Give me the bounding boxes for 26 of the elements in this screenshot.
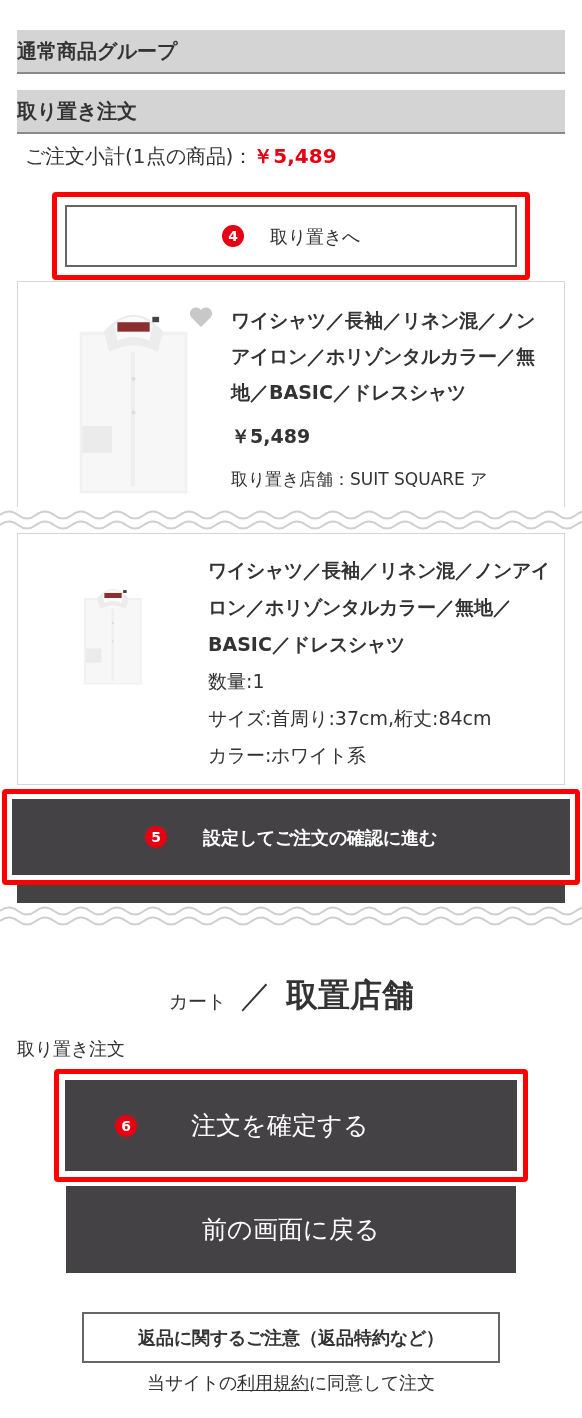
pickup-store: 取り置き店舗：SUIT SQUARE ア (231, 467, 489, 491)
page-title: 取置店舗 (285, 975, 414, 1016)
step-badge: 5 (145, 826, 167, 848)
confirm-button[interactable]: 6 注文を確定する (65, 1080, 517, 1171)
product-title: ワイシャツ／長袖／リネン混／ノンアイロン／ホリゾンタルカラー／無地／BASIC／ドレスシャツ (208, 558, 551, 657)
breadcrumb-separator: ／ (239, 975, 272, 1016)
back-button[interactable]: 前の画面に戻る (66, 1186, 516, 1273)
size-text: サイズ:首周り:37cm,桁丈:84cm (208, 706, 493, 731)
subtotal-label: ご注文小計(1点の商品)： (25, 143, 254, 170)
subtotal-amount: ￥5,489 (253, 143, 337, 170)
section-header: 取り置き注文 (17, 90, 565, 134)
returns-notice-button[interactable]: 返品に関するご注意（返品特約など） (82, 1312, 500, 1363)
product-price: ￥5,489 (231, 424, 312, 449)
order-label: 取り置き注文 (16, 1037, 126, 1059)
section-header: 通常商品グループ (17, 30, 565, 74)
reserve-button[interactable]: 4 取り置きへ (65, 205, 517, 267)
proceed-button[interactable]: 5 設定してご注文の確認に進む (12, 799, 570, 875)
step-badge: 4 (222, 225, 244, 247)
agreement-text: 当サイトの利用規約に同意して注文 (147, 1371, 435, 1395)
step-badge: 6 (115, 1114, 137, 1137)
product-title: ワイシャツ／長袖／リネン混／ノンアイロン／ホリゾンタルカラー／無地／BASIC／ドレスシャツ (231, 308, 536, 405)
color-text: カラー:ホワイト系 (208, 743, 368, 768)
breadcrumb[interactable]: カート (168, 986, 226, 1019)
heart-icon[interactable] (189, 306, 213, 328)
quantity-text: 数量:1 (208, 669, 266, 694)
terms-link[interactable]: 利用規約 (237, 1372, 309, 1393)
